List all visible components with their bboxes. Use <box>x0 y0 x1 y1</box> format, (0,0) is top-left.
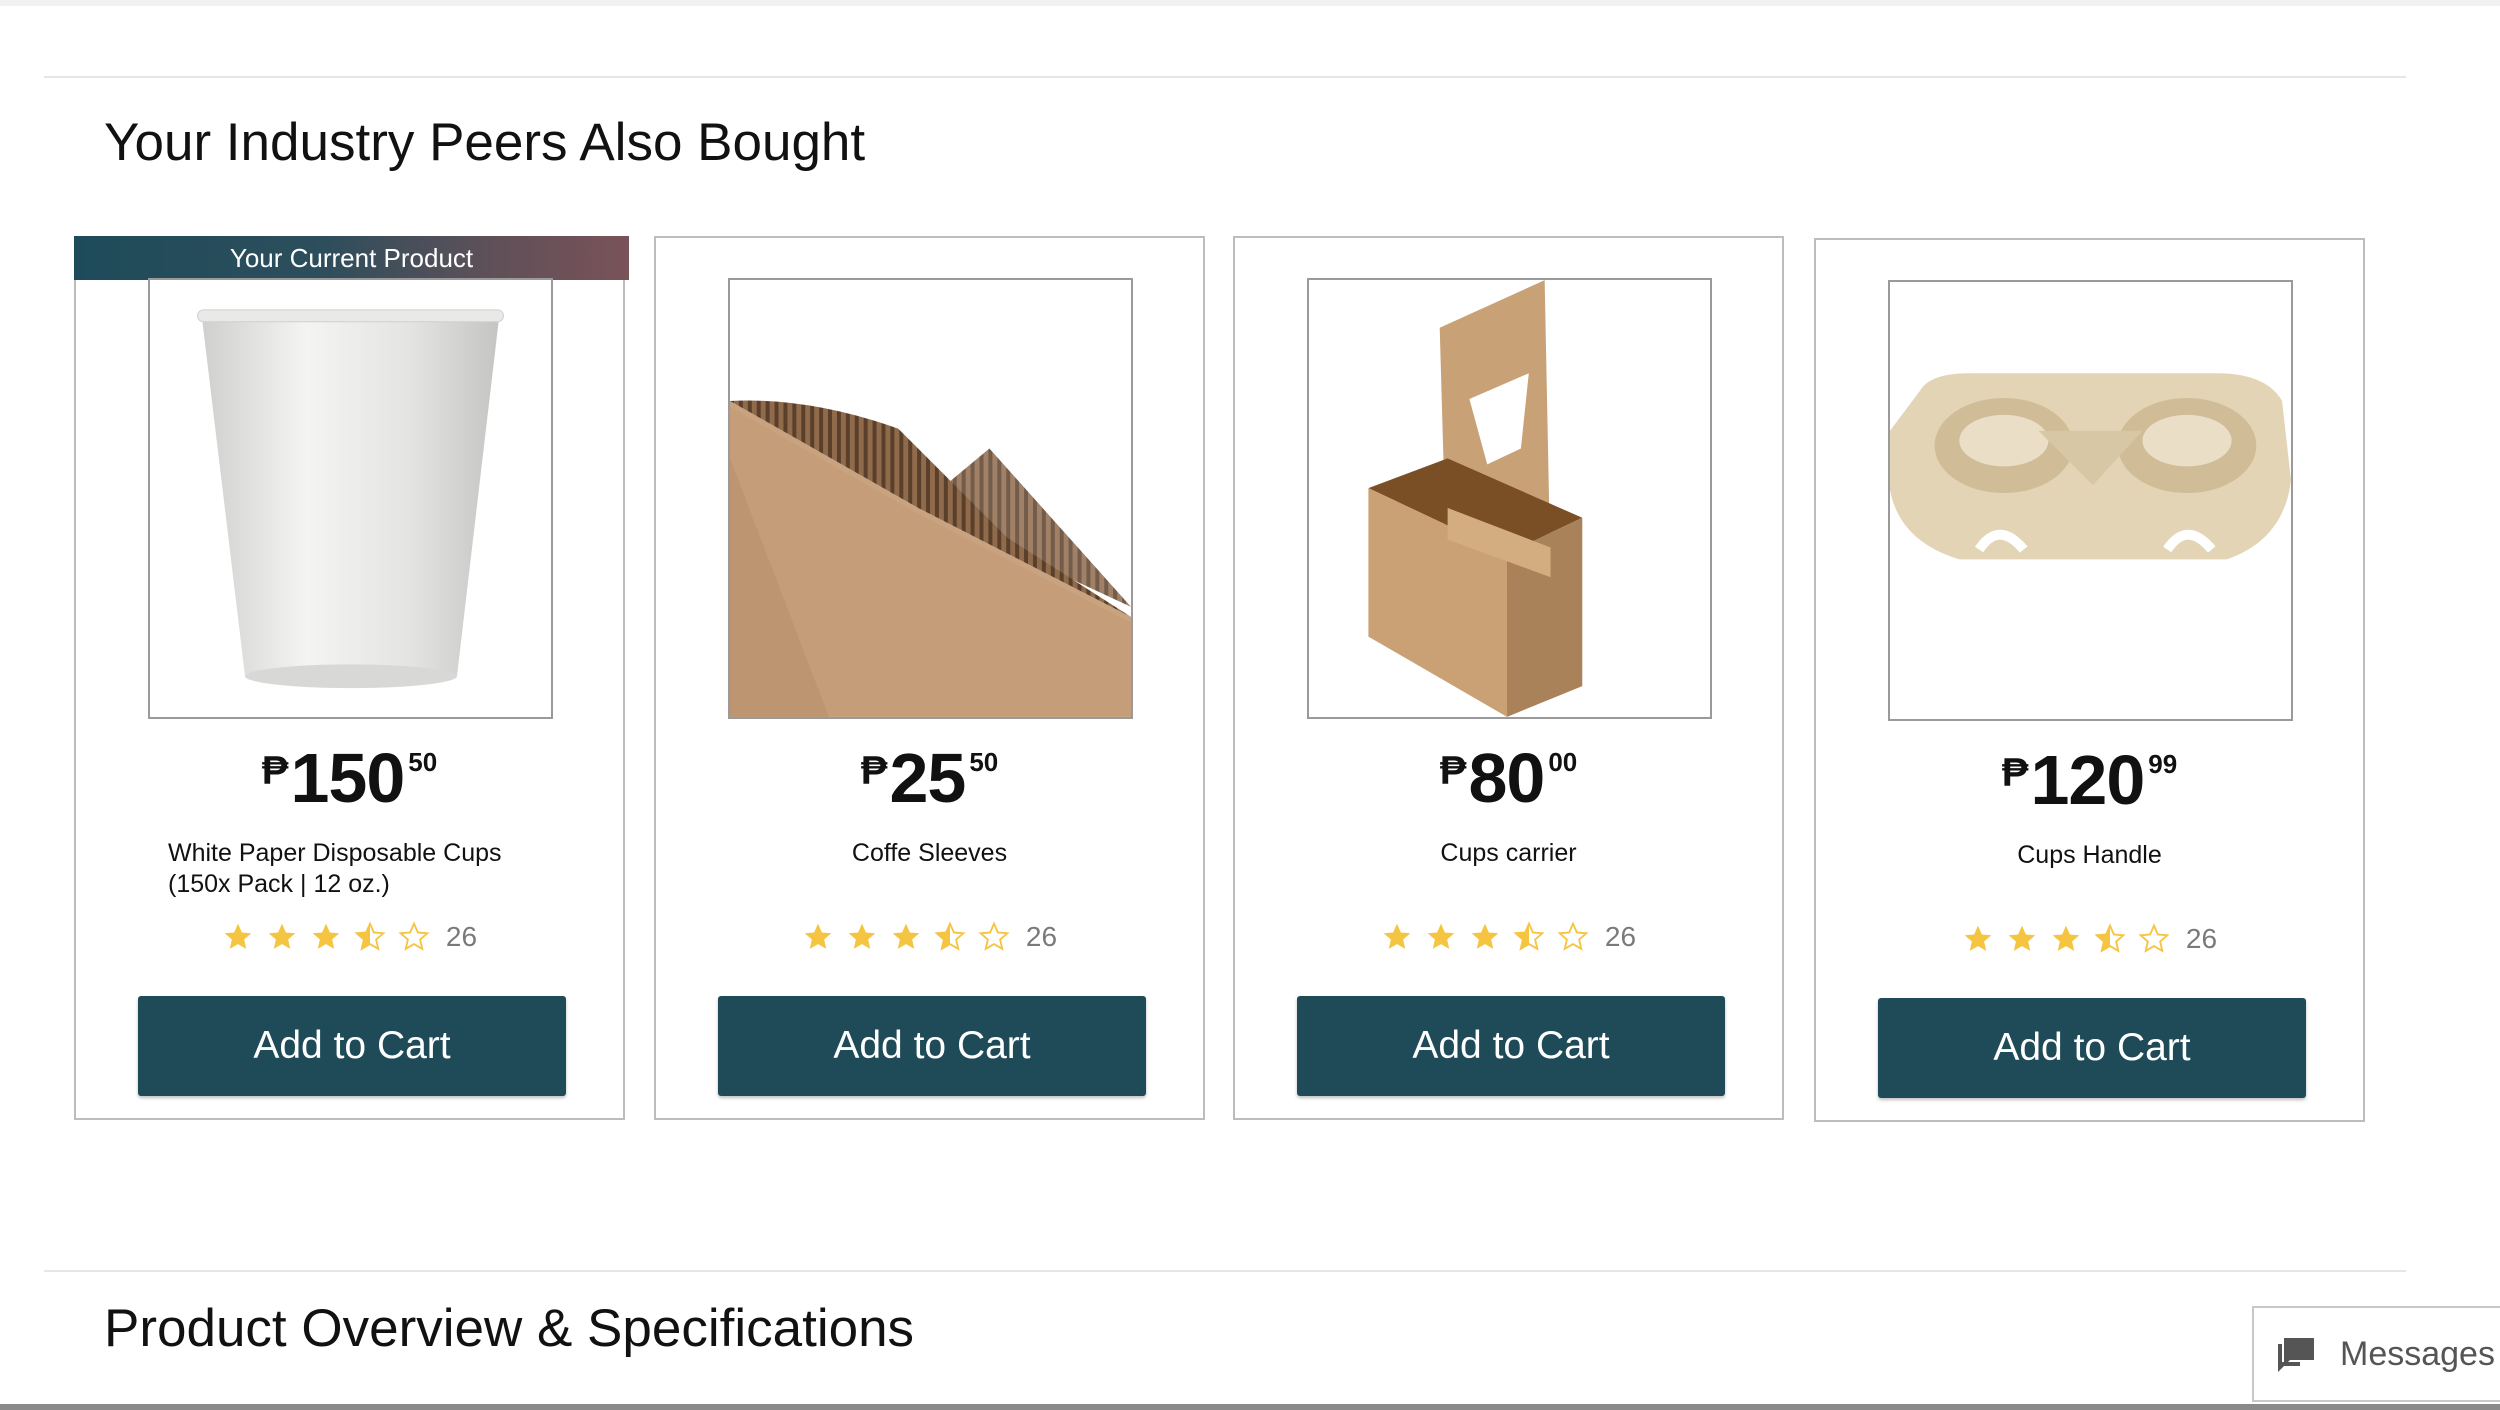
bottom-band <box>0 1404 2500 1410</box>
product-name[interactable]: Coffe Sleeves <box>656 838 1203 869</box>
price-cents: 50 <box>969 747 999 777</box>
star-empty-icon <box>2138 923 2170 953</box>
product-image[interactable] <box>148 278 553 719</box>
product-card: ₱ 120 99 Cups Handle 26 Add to Cart <box>1814 238 2365 1122</box>
star-full-icon <box>1383 923 1411 949</box>
product-name-line: (150x Pack | 12 oz.) <box>168 870 390 898</box>
star-full-icon <box>848 923 876 949</box>
price-cents: 50 <box>408 747 438 777</box>
product-name[interactable]: Cups carrier <box>1235 838 1782 869</box>
section-divider-top <box>44 76 2406 78</box>
star-full-icon <box>892 923 920 949</box>
star-full-icon <box>1427 923 1455 949</box>
product-card: ₱ 25 50 Coffe Sleeves 26 Add to Cart <box>654 236 1205 1120</box>
price-cents: 00 <box>1548 747 1578 777</box>
cup-carrier-image <box>1368 280 1583 717</box>
star-empty-icon <box>1557 921 1589 951</box>
currency-symbol: ₱ <box>261 749 289 793</box>
star-rating: 26 <box>656 921 1203 953</box>
star-full-icon <box>312 923 340 949</box>
star-full-icon <box>1964 925 1992 951</box>
price-cents: 99 <box>2148 749 2178 779</box>
add-to-cart-button[interactable]: Add to Cart <box>718 996 1146 1096</box>
overview-title: Product Overview & Specifications <box>104 1299 915 1358</box>
star-full-icon <box>2052 925 2080 951</box>
star-half-icon <box>1513 921 1545 951</box>
corrugated-sleeve-image <box>730 400 1131 717</box>
star-empty-icon <box>978 921 1010 951</box>
pulp-cup-tray-image <box>1890 373 2291 560</box>
top-band <box>0 0 2500 6</box>
product-price: ₱ 150 50 <box>76 743 623 813</box>
review-count: 26 <box>1604 921 1637 952</box>
star-rating: 26 <box>1235 921 1782 953</box>
currency-symbol: ₱ <box>2001 751 2029 795</box>
section-title: Your Industry Peers Also Bought <box>104 113 866 172</box>
product-image[interactable] <box>1307 278 1712 719</box>
review-count: 26 <box>445 921 478 952</box>
chat-icon <box>2278 1338 2314 1372</box>
price-whole: 150 <box>290 739 405 817</box>
current-product-banner: Your Current Product <box>74 236 629 280</box>
star-empty-icon <box>398 921 430 951</box>
product-card-current: Your Current Product ₱ 150 50 White Pape… <box>74 236 629 1120</box>
add-to-cart-button[interactable]: Add to Cart <box>1297 996 1725 1096</box>
review-count: 26 <box>2185 923 2218 954</box>
product-price: ₱ 80 00 <box>1235 743 1782 813</box>
review-count: 26 <box>1025 921 1058 952</box>
star-rating: 26 <box>1816 923 2363 955</box>
section-divider-bottom <box>44 1270 2406 1272</box>
product-price: ₱ 120 99 <box>1816 745 2363 815</box>
star-full-icon <box>1471 923 1499 949</box>
star-full-icon <box>224 923 252 949</box>
add-to-cart-button[interactable]: Add to Cart <box>1878 998 2306 1098</box>
star-rating: 26 <box>76 921 623 953</box>
messages-label: Messages <box>2340 1334 2495 1373</box>
star-full-icon <box>804 923 832 949</box>
star-half-icon <box>354 921 386 951</box>
currency-symbol: ₱ <box>860 749 888 793</box>
product-image[interactable] <box>1888 280 2293 721</box>
star-full-icon <box>268 923 296 949</box>
price-whole: 80 <box>1468 739 1545 817</box>
star-full-icon <box>2008 925 2036 951</box>
white-paper-cup-image <box>197 309 504 689</box>
product-name[interactable]: Cups Handle <box>1816 840 2363 871</box>
messages-button[interactable]: Messages <box>2252 1306 2500 1402</box>
product-name[interactable]: White Paper Disposable Cups (150x Pack |… <box>168 838 588 900</box>
product-card: ₱ 80 00 Cups carrier 26 Add to Cart <box>1233 236 1784 1120</box>
star-half-icon <box>934 921 966 951</box>
product-price: ₱ 25 50 <box>656 743 1203 813</box>
add-to-cart-button[interactable]: Add to Cart <box>138 996 566 1096</box>
product-name-line: White Paper Disposable Cups <box>168 839 502 867</box>
price-whole: 25 <box>889 739 966 817</box>
currency-symbol: ₱ <box>1439 749 1467 793</box>
product-image[interactable] <box>728 278 1133 719</box>
price-whole: 120 <box>2030 741 2145 819</box>
star-half-icon <box>2094 923 2126 953</box>
